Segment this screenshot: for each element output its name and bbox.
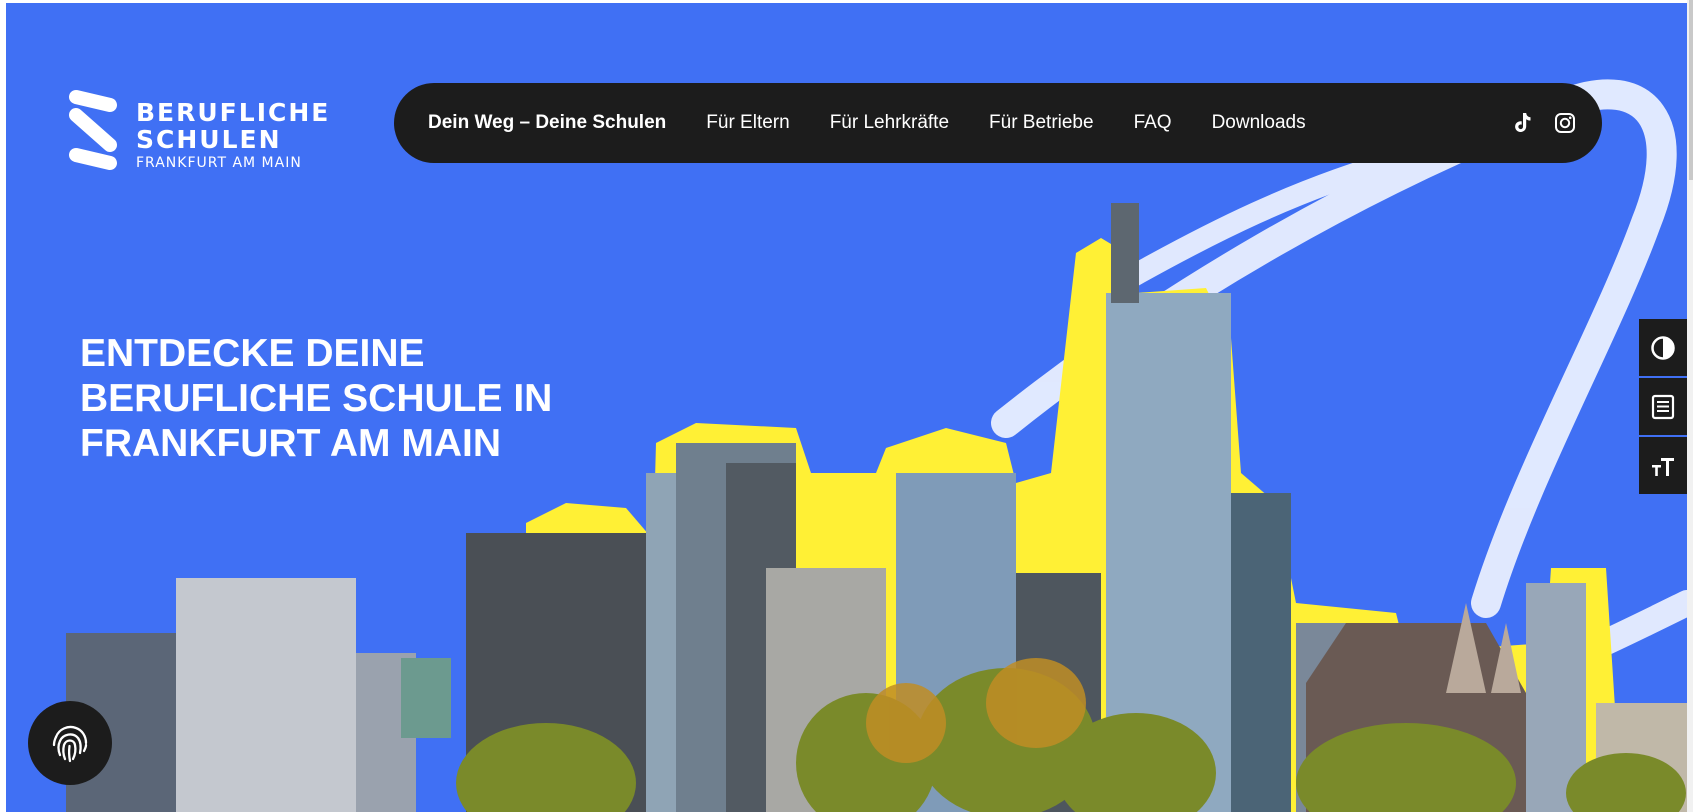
text-size-button[interactable] xyxy=(1639,437,1687,494)
nav-item-faq[interactable]: FAQ xyxy=(1134,112,1172,134)
accessibility-toolbar xyxy=(1639,319,1687,496)
site-logo[interactable]: BERUFLICHE SCHULEN FRANKFURT AM MAIN xyxy=(68,87,328,175)
fingerprint-icon xyxy=(52,725,88,763)
logo-mark-icon xyxy=(69,90,117,170)
headline-line-1: ENTDECKE DEINE xyxy=(80,332,425,375)
contrast-icon xyxy=(1651,335,1675,360)
nav-items: Dein Weg – Deine Schulen Für Eltern Für … xyxy=(428,83,1306,163)
nav-item-fuer-lehrkraefte[interactable]: Für Lehrkräfte xyxy=(830,112,949,134)
tiktok-icon[interactable] xyxy=(1512,112,1532,134)
headline-line-2: BERUFLICHE SCHULE IN xyxy=(80,377,553,420)
nav-item-fuer-betriebe[interactable]: Für Betriebe xyxy=(989,112,1094,134)
reader-icon xyxy=(1651,394,1675,419)
cookie-settings-button[interactable] xyxy=(28,701,112,785)
hero-headline: ENTDECKE DEINE BERUFLICHE SCHULE IN FRAN… xyxy=(80,331,600,466)
social-links xyxy=(1512,83,1576,163)
nav-item-fuer-eltern[interactable]: Für Eltern xyxy=(706,112,789,134)
logo-line-1: BERUFLICHE xyxy=(136,98,331,127)
page-hero: BERUFLICHE SCHULEN FRANKFURT AM MAIN Dei… xyxy=(6,3,1687,812)
nav-item-dein-weg[interactable]: Dein Weg – Deine Schulen xyxy=(428,112,666,134)
reader-button[interactable] xyxy=(1639,378,1687,435)
logo-text: BERUFLICHE SCHULEN FRANKFURT AM MAIN xyxy=(136,99,330,172)
contrast-button[interactable] xyxy=(1639,319,1687,376)
headline-line-3: FRANKFURT AM MAIN xyxy=(80,422,501,465)
logo-line-3: FRANKFURT AM MAIN xyxy=(136,155,302,171)
main-navigation: Dein Weg – Deine Schulen Für Eltern Für … xyxy=(394,83,1602,163)
instagram-icon[interactable] xyxy=(1554,112,1576,134)
logo-line-2: SCHULEN xyxy=(136,125,282,154)
scrollbar[interactable] xyxy=(1687,0,1693,812)
text-size-icon xyxy=(1652,457,1674,476)
scrollbar-thumb[interactable] xyxy=(1689,0,1693,180)
nav-item-downloads[interactable]: Downloads xyxy=(1212,112,1306,134)
